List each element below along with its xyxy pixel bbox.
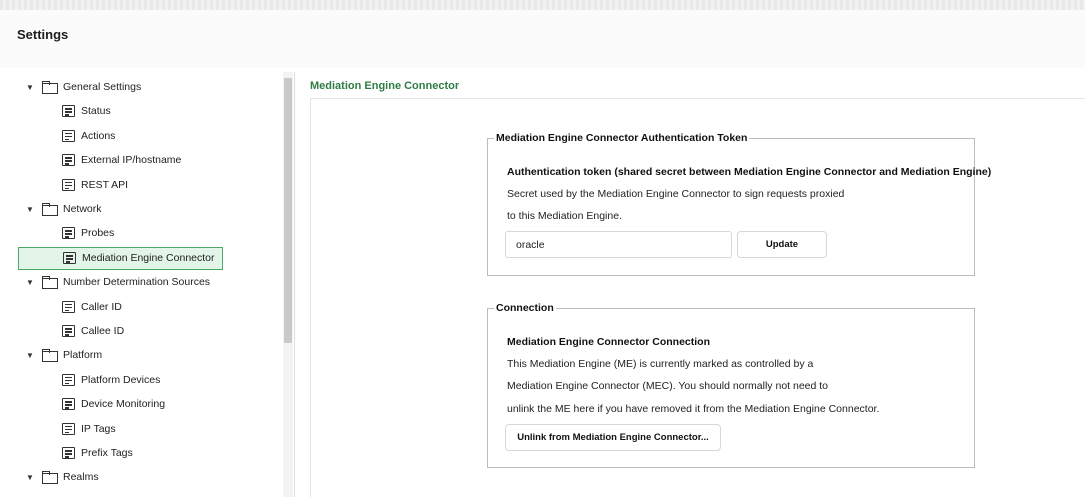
- page-icon: [62, 447, 75, 459]
- page-icon: [62, 422, 75, 435]
- tree-item-label: General Settings: [63, 81, 142, 93]
- page-icon: [62, 178, 75, 191]
- tree-item-label: Caller ID: [81, 300, 122, 313]
- sidebar-folder-realms[interactable]: ▼ Realms: [26, 466, 99, 488]
- auth-token-description-line-1: Secret used by the Mediation Engine Conn…: [507, 188, 845, 200]
- section-title: Mediation Engine Connector: [310, 80, 460, 92]
- chevron-down-icon[interactable]: ▼: [26, 351, 36, 360]
- unlink-button[interactable]: Unlink from Mediation Engine Connector..…: [505, 424, 721, 451]
- sidebar-item-prefix-tags[interactable]: Prefix Tags: [62, 442, 133, 464]
- page-header: Settings: [0, 10, 1085, 68]
- auth-token-description-line-2: to this Mediation Engine.: [507, 210, 622, 222]
- page-icon: [62, 325, 75, 337]
- page-icon: [63, 252, 76, 265]
- sidebar-item-device-monitoring[interactable]: Device Monitoring: [62, 393, 165, 415]
- tree-item-label: Prefix Tags: [81, 447, 133, 459]
- connection-description-line-1: This Mediation Engine (ME) is currently …: [507, 358, 814, 370]
- connection-description-line-2: Mediation Engine Connector (MEC). You sh…: [507, 380, 829, 392]
- tree-item-label: Probes: [81, 227, 115, 240]
- top-strip: [0, 0, 1085, 10]
- page-title: Settings: [17, 27, 69, 42]
- page-icon: [62, 105, 75, 118]
- tree-item-label: Mediation Engine Connector: [82, 252, 215, 265]
- scrollbar-thumb[interactable]: [284, 78, 292, 343]
- sidebar-item-platform-devices[interactable]: Platform Devices: [62, 369, 160, 391]
- sidebar-item-rest-api[interactable]: REST API: [62, 174, 128, 196]
- sidebar-item-actions[interactable]: Actions: [62, 125, 115, 147]
- chevron-down-icon[interactable]: ▼: [26, 205, 36, 214]
- sidebar-folder-general-settings[interactable]: ▼ General Settings: [26, 76, 141, 98]
- page-icon: [62, 154, 75, 167]
- tree-item-label: Callee ID: [81, 325, 125, 337]
- page-icon: [62, 227, 75, 240]
- tree-item-label: Platform Devices: [81, 373, 161, 386]
- auth-token-input[interactable]: oracle: [505, 231, 732, 258]
- connection-heading: Mediation Engine Connector Connection: [507, 336, 710, 348]
- page-icon: [62, 129, 75, 142]
- folder-icon: [42, 81, 58, 94]
- sidebar-folder-platform[interactable]: ▼ Platform: [26, 344, 102, 366]
- sidebar-item-probes[interactable]: Probes: [62, 222, 114, 244]
- folder-icon: [42, 276, 58, 290]
- page-icon: [62, 398, 75, 411]
- folder-icon: [42, 471, 58, 485]
- tree-item-label: Platform: [63, 349, 103, 362]
- page-icon: [62, 373, 75, 386]
- sidebar-item-caller-id[interactable]: Caller ID: [62, 296, 122, 318]
- sidebar-item-mediation-engine-connector[interactable]: Mediation Engine Connector: [18, 246, 223, 270]
- sidebar-item-external-ip-hostname[interactable]: External IP/hostname: [62, 149, 181, 171]
- tree-item-label: Device Monitoring: [81, 398, 166, 411]
- chevron-down-icon[interactable]: ▼: [26, 473, 36, 482]
- settings-tree-sidebar: ▼ General Settings Status Actions External I…: [10, 72, 295, 497]
- tree-item-label: Status: [81, 105, 111, 118]
- sidebar-item-callee-id[interactable]: Callee ID: [62, 320, 124, 342]
- connection-legend: Connection: [496, 302, 554, 314]
- tree-item-label: IP Tags: [81, 422, 116, 435]
- tree-item-label: Actions: [81, 129, 116, 142]
- sidebar-item-status[interactable]: Status: [62, 100, 111, 122]
- chevron-down-icon[interactable]: ▼: [26, 83, 36, 92]
- sidebar-folder-network[interactable]: ▼ Network: [26, 198, 102, 220]
- sidebar-scrollbar[interactable]: [283, 72, 293, 497]
- folder-icon: [42, 349, 58, 363]
- update-button[interactable]: Update: [737, 231, 827, 258]
- sidebar-item-ip-tags[interactable]: IP Tags: [62, 418, 116, 440]
- folder-icon: [42, 203, 58, 216]
- tree-item-label: Number Determination Sources: [63, 276, 211, 289]
- connection-description-line-3: unlink the ME here if you have removed i…: [507, 403, 880, 415]
- tree-item-label: External IP/hostname: [81, 154, 182, 167]
- page-icon: [62, 300, 75, 313]
- auth-token-heading: Authentication token (shared secret betw…: [507, 166, 992, 178]
- tree-item-label: Realms: [63, 471, 99, 484]
- sidebar-folder-number-determination-sources[interactable]: ▼ Number Determination Sources: [26, 271, 210, 293]
- tree-item-label: REST API: [81, 178, 129, 191]
- main-panel: Mediation Engine Connector Authenticatio…: [310, 98, 1085, 497]
- tree-item-label: Network: [63, 203, 102, 215]
- chevron-down-icon[interactable]: ▼: [26, 278, 36, 287]
- auth-token-legend: Mediation Engine Connector Authenticatio…: [496, 132, 748, 144]
